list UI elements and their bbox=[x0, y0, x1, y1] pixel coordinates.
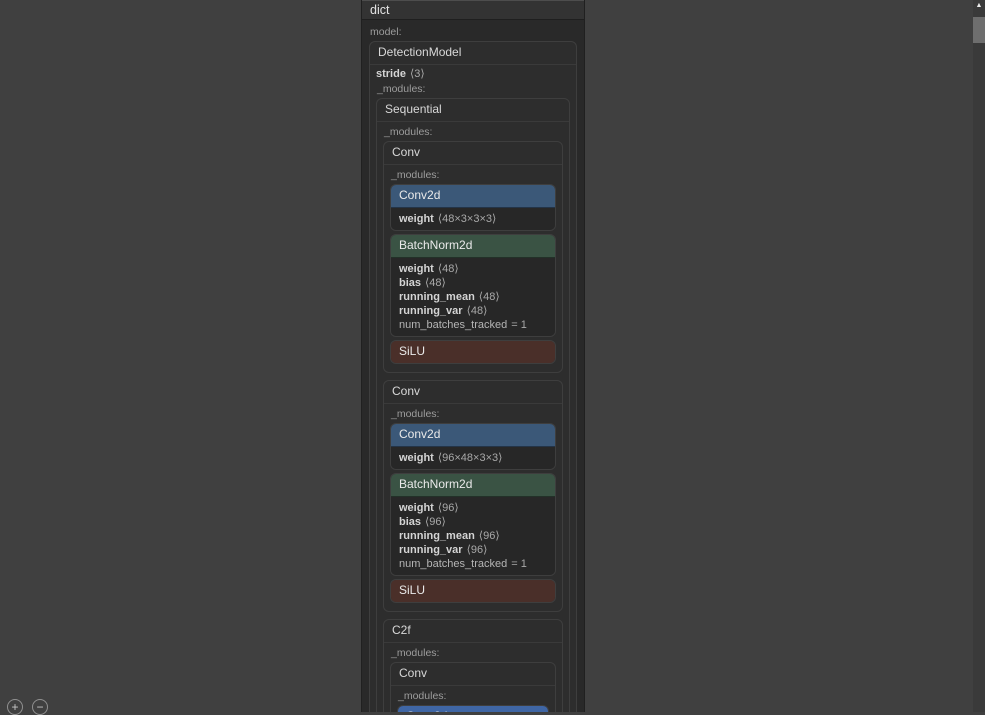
module-body-c2f: _modules: Conv _modules: Conv2dweight⟨96×96… bbox=[384, 643, 562, 712]
module-header-batchnorm2d[interactable]: BatchNorm2d bbox=[391, 235, 555, 258]
attr-value: ⟨96⟩ bbox=[466, 544, 488, 556]
vertical-scrollbar[interactable]: ▲ bbox=[973, 0, 985, 712]
module-body-detectionmodel: stride ⟨3⟩ _modules: Sequential _modules: Con… bbox=[370, 65, 576, 712]
attr-value: ⟨96⟩ bbox=[478, 530, 500, 542]
attr-value: = 1 bbox=[511, 558, 527, 570]
module-header-sequential[interactable]: Sequential bbox=[377, 99, 569, 122]
module-node-c2f: C2f_modules:Conv_modules:Conv2dweight⟨96… bbox=[383, 619, 563, 712]
attr-running_mean: running_mean ⟨48⟩ bbox=[399, 290, 547, 304]
attr-name: weight bbox=[399, 213, 434, 225]
attr-name: num_batches_tracked bbox=[399, 558, 508, 570]
module-node-detectionmodel: DetectionModel stride ⟨3⟩ _modules: Sequenti… bbox=[369, 41, 577, 712]
attr-name: running_mean bbox=[399, 291, 475, 303]
modules-label: _modules: bbox=[398, 690, 447, 702]
modules-label: _modules: bbox=[391, 169, 440, 181]
attr-name: running_var bbox=[399, 544, 463, 556]
module-header-conv[interactable]: Conv bbox=[384, 142, 562, 165]
attr-value: = 1 bbox=[511, 319, 527, 331]
module-header-conv2d[interactable]: Conv2d bbox=[391, 185, 555, 208]
module-body-batchnorm2d: weight ⟨96⟩ bias ⟨96⟩ running_mean ⟨96⟩ runnin… bbox=[391, 497, 555, 575]
attr-weight: weight ⟨48×3×3×3⟩ bbox=[399, 212, 547, 226]
module-node-conv: Conv _modules: Conv2d weight ⟨96×48×3×3⟩ Batc… bbox=[383, 380, 563, 612]
module-header-conv[interactable]: Conv bbox=[391, 663, 555, 686]
module-header-c2f[interactable]: C2f bbox=[384, 620, 562, 643]
module-node-conv: Conv _modules: Conv2d weight ⟨48×3×3×3⟩ Batch… bbox=[383, 141, 563, 373]
attr-value: ⟨48×3×3×3⟩ bbox=[437, 213, 497, 225]
module-node-conv: Conv _modules: Conv2dweight⟨96×96×1×1⟩ bbox=[390, 662, 556, 712]
module-header-silu[interactable]: SiLU bbox=[391, 580, 555, 602]
module-node-conv2d: Conv2d weight ⟨96×48×3×3⟩ bbox=[390, 423, 556, 470]
attr-value: ⟨48⟩ bbox=[437, 263, 459, 275]
attr-running_var: running_var ⟨48⟩ bbox=[399, 304, 547, 318]
attr-name: weight bbox=[399, 502, 434, 514]
attr-value: ⟨48⟩ bbox=[466, 305, 488, 317]
module-body-batchnorm2d: weight ⟨48⟩ bias ⟨48⟩ running_mean ⟨48⟩ runnin… bbox=[391, 258, 555, 336]
attr-value: ⟨96×48×3×3⟩ bbox=[437, 452, 503, 464]
module-header-silu[interactable]: SiLU bbox=[391, 341, 555, 363]
attr-stride: stride ⟨3⟩ bbox=[376, 67, 570, 81]
module-node-batchnorm2d: BatchNorm2d weight ⟨96⟩ bias ⟨96⟩ running_mea… bbox=[390, 473, 556, 576]
attr-value: ⟨48⟩ bbox=[478, 291, 500, 303]
module-node-sequential: Sequential _modules: Conv _modules: Conv2d we… bbox=[376, 98, 570, 712]
module-body-conv2d: weight ⟨48×3×3×3⟩ bbox=[391, 208, 555, 230]
module-body-conv: _modules: Conv2d weight ⟨48×3×3×3⟩ BatchNorm… bbox=[384, 165, 562, 372]
attr-name: bias bbox=[399, 516, 422, 528]
attr-name: stride bbox=[376, 68, 406, 80]
module-body-conv: _modules: Conv2d weight ⟨96×48×3×3⟩ BatchNor… bbox=[384, 404, 562, 611]
model-field-label: model: bbox=[370, 26, 402, 38]
module-node-silu: SiLU bbox=[390, 340, 556, 364]
attr-value: ⟨96⟩ bbox=[437, 502, 459, 514]
attr-name: running_mean bbox=[399, 530, 475, 542]
attr-name: num_batches_tracked bbox=[399, 319, 508, 331]
module-header-conv[interactable]: Conv bbox=[384, 381, 562, 404]
attr-name: weight bbox=[399, 263, 434, 275]
attr-name: running_var bbox=[399, 305, 463, 317]
attr-running_mean: running_mean ⟨96⟩ bbox=[399, 529, 547, 543]
module-node-silu: SiLU bbox=[390, 579, 556, 603]
module-node-conv2d: Conv2d weight ⟨48×3×3×3⟩ bbox=[390, 184, 556, 231]
attr-value: ⟨3⟩ bbox=[409, 68, 425, 80]
modules-label: _modules: bbox=[391, 408, 440, 420]
module-node-batchnorm2d: BatchNorm2d weight ⟨48⟩ bias ⟨48⟩ running_mea… bbox=[390, 234, 556, 337]
attr-num_batches_tracked: num_batches_tracked = 1 bbox=[399, 557, 547, 571]
panel-title: dict bbox=[370, 3, 390, 17]
module-header-batchnorm2d[interactable]: BatchNorm2d bbox=[391, 474, 555, 497]
attr-weight: weight ⟨96⟩ bbox=[399, 501, 547, 515]
module-header-conv2d[interactable]: Conv2d bbox=[398, 706, 548, 712]
attr-weight: weight ⟨48⟩ bbox=[399, 262, 547, 276]
dict-panel: dict model: DetectionModel stride ⟨3⟩ _modu… bbox=[361, 0, 585, 712]
zoom-in-button[interactable]: + bbox=[7, 699, 23, 715]
modules-label: _modules: bbox=[384, 126, 433, 138]
attr-weight: weight ⟨96×48×3×3⟩ bbox=[399, 451, 547, 465]
module-body-conv: _modules: Conv2dweight⟨96×96×1×1⟩ bbox=[391, 686, 555, 712]
module-tree: DetectionModel stride ⟨3⟩ _modules: Sequenti… bbox=[369, 41, 577, 712]
module-header-detectionmodel[interactable]: DetectionModel bbox=[370, 42, 576, 65]
attr-num_batches_tracked: num_batches_tracked = 1 bbox=[399, 318, 547, 332]
modules-label: _modules: bbox=[391, 647, 440, 659]
scroll-up-arrow-icon[interactable]: ▲ bbox=[973, 0, 985, 12]
attr-value: ⟨48⟩ bbox=[425, 277, 446, 289]
scrollbar-thumb[interactable] bbox=[973, 17, 985, 43]
attr-name: bias bbox=[399, 277, 422, 289]
module-node-conv2d: Conv2dweight⟨96×96×1×1⟩ bbox=[397, 705, 549, 712]
attr-name: weight bbox=[399, 452, 434, 464]
dict-panel-body: model: DetectionModel stride ⟨3⟩ _modules: S… bbox=[362, 20, 584, 712]
modules-label: _modules: bbox=[377, 83, 426, 95]
module-header-conv2d[interactable]: Conv2d bbox=[391, 424, 555, 447]
attr-bias: bias ⟨48⟩ bbox=[399, 276, 547, 290]
dict-panel-header[interactable]: dict bbox=[362, 0, 584, 20]
attr-running_var: running_var ⟨96⟩ bbox=[399, 543, 547, 557]
attr-value: ⟨96⟩ bbox=[425, 516, 446, 528]
attr-bias: bias ⟨96⟩ bbox=[399, 515, 547, 529]
module-body-sequential: _modules: Conv _modules: Conv2d weight ⟨48×3×… bbox=[377, 122, 569, 712]
module-body-conv2d: weight ⟨96×48×3×3⟩ bbox=[391, 447, 555, 469]
zoom-out-button[interactable]: − bbox=[32, 699, 48, 715]
